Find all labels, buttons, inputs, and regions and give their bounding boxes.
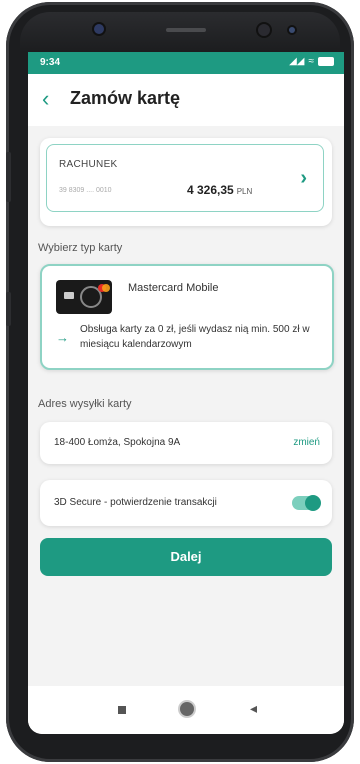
chevron-right-icon[interactable]: › <box>300 167 307 190</box>
signal-icon: ◢◢ <box>289 56 305 67</box>
account-balance: 4 326,35 PLN <box>187 183 252 197</box>
card-name: Mastercard Mobile <box>128 282 219 294</box>
status-time: 9:34 <box>40 57 61 68</box>
card-type-option[interactable]: Mastercard Mobile → Obsługa karty za 0 z… <box>40 264 334 370</box>
android-nav-bar: ◂ <box>28 686 344 734</box>
account-number: 39 8309 .... 0010 <box>59 187 112 194</box>
sensor-dot-icon <box>289 27 295 33</box>
screen: 9:34 ◢◢ ≈ ‹ Zamów kartę RACHUNEK 39 8309… <box>28 52 344 734</box>
secure3d-label: 3D Secure - potwierdzenie transakcji <box>54 497 217 508</box>
address-value: 18-400 Łomża, Spokojna 9A <box>54 437 181 448</box>
recent-apps-icon[interactable] <box>118 706 126 714</box>
page-title: Zamów kartę <box>70 88 181 108</box>
wifi-icon: ≈ <box>308 56 315 67</box>
front-camera-icon <box>94 24 104 34</box>
battery-icon <box>318 57 334 66</box>
address-section-label: Adres wysyłki karty <box>38 398 132 410</box>
secure3d-toggle[interactable] <box>292 495 321 511</box>
account-card: RACHUNEK 39 8309 .... 0010 4 326,35 PLN › <box>40 138 332 226</box>
toggle-knob <box>305 495 321 511</box>
account-balance-value: 4 326,35 <box>187 183 234 197</box>
power-button <box>6 292 11 326</box>
back-arrow-icon[interactable]: ‹ <box>42 88 49 110</box>
app-bar: ‹ Zamów kartę <box>28 74 344 126</box>
address-card: 18-400 Łomża, Spokojna 9A zmień <box>40 422 332 464</box>
main-content: RACHUNEK 39 8309 .... 0010 4 326,35 PLN ›… <box>28 126 344 686</box>
secure3d-card: 3D Secure - potwierdzenie transakcji <box>40 480 332 526</box>
sensor-icon <box>258 24 270 36</box>
home-icon[interactable] <box>180 702 194 716</box>
account-currency: PLN <box>236 187 253 196</box>
status-bar: 9:34 ◢◢ ≈ <box>28 52 344 74</box>
card-fee-info: Obsługa karty za 0 zł, jeśli wydasz nią … <box>80 324 310 350</box>
mastercard-logo-circle-icon <box>102 284 110 292</box>
next-button[interactable]: Dalej <box>40 538 332 576</box>
volume-button <box>6 152 11 202</box>
change-address-link[interactable]: zmień <box>293 437 320 448</box>
card-image-icon <box>56 280 112 314</box>
card-chip-icon <box>64 292 74 299</box>
card-type-section-label: Wybierz typ karty <box>38 242 123 254</box>
account-selector[interactable]: RACHUNEK 39 8309 .... 0010 4 326,35 PLN › <box>46 144 324 212</box>
phone-frame: 9:34 ◢◢ ≈ ‹ Zamów kartę RACHUNEK 39 8309… <box>6 2 354 762</box>
arrow-right-icon: → <box>56 330 69 345</box>
nav-back-icon[interactable]: ◂ <box>250 700 257 717</box>
account-label: RACHUNEK <box>59 159 118 170</box>
status-icons: ◢◢ ≈ <box>289 56 334 67</box>
earpiece-speaker <box>166 28 206 32</box>
